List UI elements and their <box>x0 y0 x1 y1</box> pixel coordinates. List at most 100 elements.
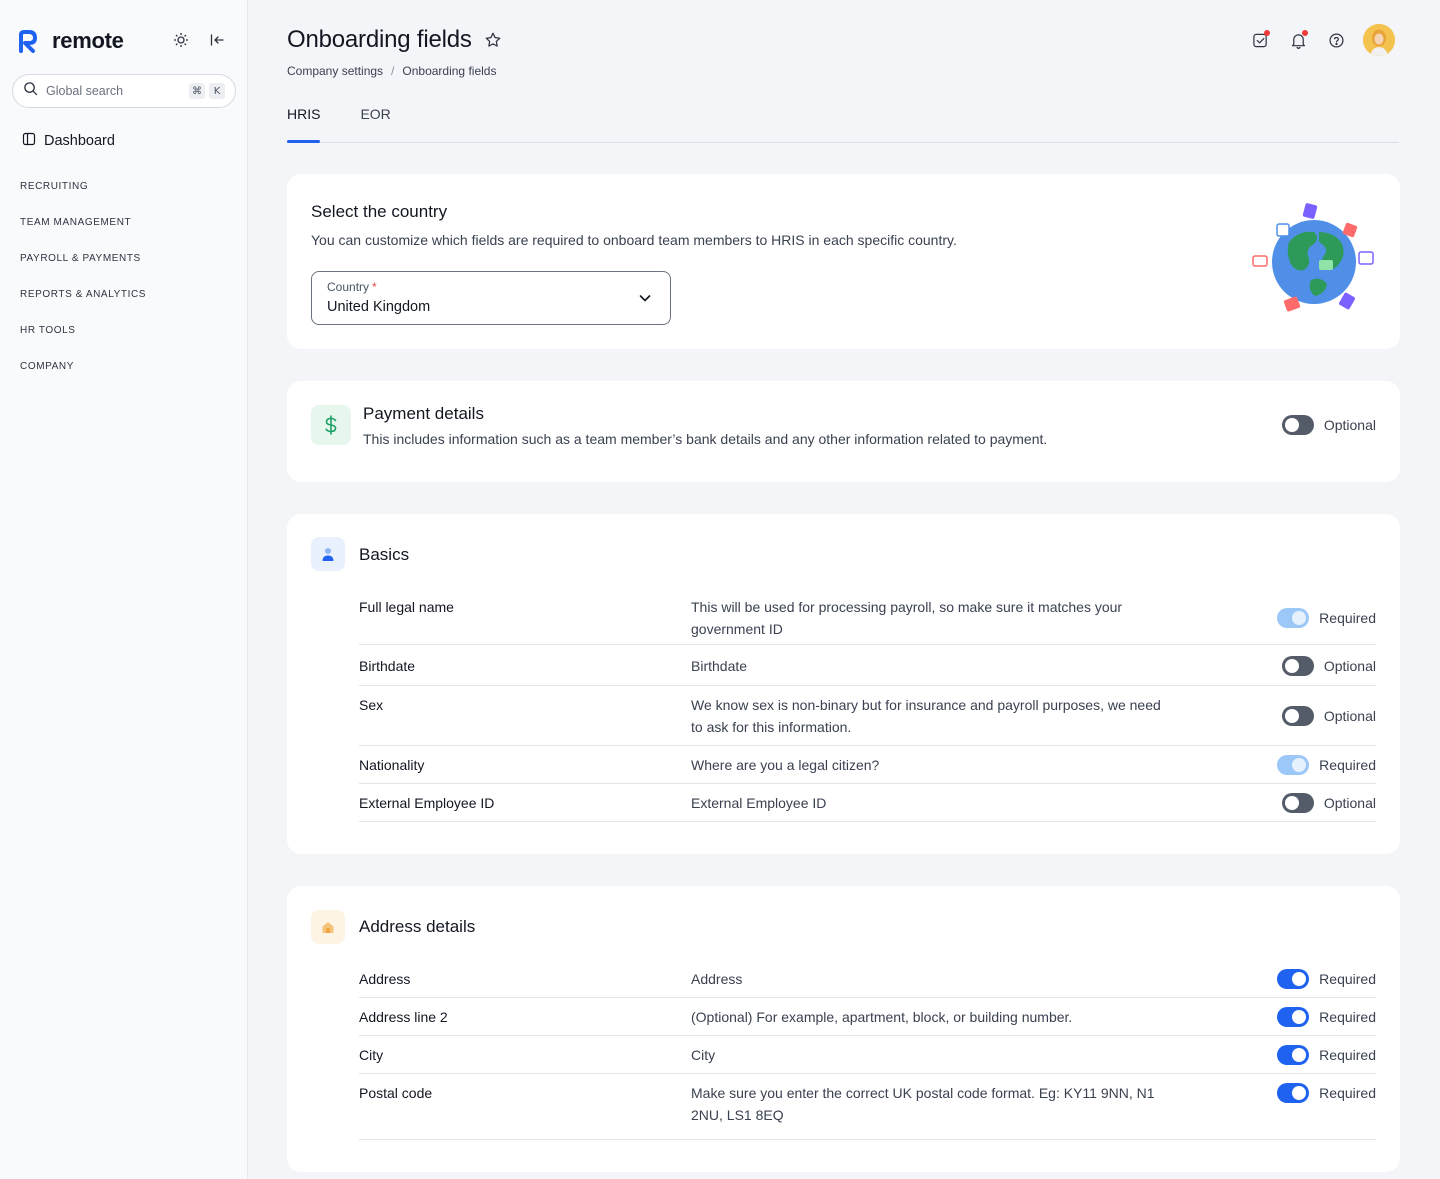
country-card-description: You can customize which fields are requi… <box>311 232 957 248</box>
sidebar-section-team-management[interactable]: TEAM MANAGEMENT <box>20 217 131 228</box>
toggle-switch[interactable] <box>1277 969 1310 989</box>
field-toggle[interactable]: Required <box>1277 608 1376 628</box>
field-row-address-line-2: Address line 2 (Optional) For example, a… <box>359 998 1376 1036</box>
field-description: This will be used for processing payroll… <box>691 599 1123 637</box>
toggle-switch[interactable] <box>1277 608 1310 628</box>
page-title: Onboarding fields <box>287 26 472 53</box>
field-toggle[interactable]: Required <box>1277 755 1376 775</box>
sidebar-section-hr-tools[interactable]: HR TOOLS <box>20 325 76 336</box>
shortcut-key-k: K <box>209 83 225 99</box>
field-description: We know sex is non-binary but for insura… <box>691 697 1161 735</box>
basics-card: Basics Full legal name This will be used… <box>287 514 1400 854</box>
country-card: Select the country You can customize whi… <box>287 174 1400 349</box>
field-row-city: City City Required <box>359 1036 1376 1074</box>
user-avatar[interactable] <box>1363 24 1395 56</box>
field-toggle[interactable]: Optional <box>1281 706 1376 726</box>
shortcut-key-cmd: ⌘ <box>189 83 205 99</box>
payment-details-card: Payment details This includes informatio… <box>287 381 1400 482</box>
field-name: Address <box>359 971 411 987</box>
toggle-label: Required <box>1319 971 1376 987</box>
country-select[interactable]: Country * United Kingdom <box>311 271 671 325</box>
toggle-label: Optional <box>1323 795 1376 811</box>
country-select-label: Country * <box>327 280 377 294</box>
sidebar-item-dashboard[interactable]: Dashboard <box>22 132 115 150</box>
tab-eor[interactable]: EOR <box>360 102 390 142</box>
breadcrumb-current: Onboarding fields <box>402 64 497 78</box>
payment-details-toggle[interactable]: Optional <box>1281 415 1376 435</box>
field-row-address: Address Address Required <box>359 960 1376 998</box>
field-name: Sex <box>359 697 384 713</box>
field-row-sex: Sex We know sex is non-binary but for in… <box>359 686 1376 746</box>
field-description: City <box>691 1047 716 1063</box>
toggle-label: Required <box>1319 1009 1376 1025</box>
toggle-label: Optional <box>1323 658 1376 674</box>
field-description: Make sure you enter the correct UK posta… <box>691 1085 1155 1123</box>
toggle-label: Optional <box>1323 417 1376 433</box>
toggle-switch[interactable] <box>1277 1007 1310 1027</box>
toggle-switch[interactable] <box>1281 656 1314 676</box>
country-select-value: United Kingdom <box>327 299 431 315</box>
field-toggle[interactable]: Optional <box>1281 793 1376 813</box>
globe-illustration-icon <box>1249 202 1379 322</box>
field-description: Where are you a legal citizen? <box>691 757 880 773</box>
field-name: Address line 2 <box>359 1009 448 1025</box>
tasks-icon[interactable] <box>1249 29 1271 51</box>
sun-icon[interactable] <box>170 29 192 51</box>
field-row-birthdate: Birthdate Birthdate Optional <box>359 645 1376 686</box>
sidebar: remote Global search ⌘ K Dashboard RECRU… <box>0 0 248 1179</box>
star-icon[interactable] <box>484 31 502 49</box>
global-search-input[interactable]: Global search ⌘ K <box>12 74 236 108</box>
title-row: Onboarding fields <box>287 26 502 54</box>
breadcrumb-separator: / <box>391 64 395 78</box>
field-description: External Employee ID <box>691 795 827 811</box>
house-icon <box>311 910 345 944</box>
breadcrumb-company-settings[interactable]: Company settings <box>287 64 383 78</box>
toggle-switch[interactable] <box>1281 415 1314 435</box>
brand-name: remote <box>52 28 124 53</box>
field-toggle[interactable]: Required <box>1277 1045 1376 1065</box>
field-toggle[interactable]: Optional <box>1281 656 1376 676</box>
sidebar-section-recruiting[interactable]: RECRUITING <box>20 181 88 192</box>
basics-title: Basics <box>359 545 410 564</box>
toggle-switch[interactable] <box>1277 755 1310 775</box>
search-placeholder: Global search <box>46 84 124 98</box>
sidebar-panel-icon <box>22 132 36 150</box>
tab-hris[interactable]: HRIS <box>287 102 321 143</box>
field-name: City <box>359 1047 384 1063</box>
field-row-full-legal-name: Full legal name This will be used for pr… <box>359 598 1376 645</box>
field-toggle[interactable]: Required <box>1277 1083 1376 1103</box>
toggle-label: Required <box>1319 1047 1376 1063</box>
field-row-external-employee-id: External Employee ID External Employee I… <box>359 784 1376 822</box>
top-actions <box>1249 24 1395 56</box>
user-icon <box>311 537 345 571</box>
bell-icon[interactable] <box>1287 29 1309 51</box>
toggle-switch[interactable] <box>1277 1083 1310 1103</box>
toggle-switch[interactable] <box>1277 1045 1310 1065</box>
country-card-title: Select the country <box>311 202 448 221</box>
breadcrumb: Company settings / Onboarding fields <box>287 64 496 78</box>
field-name: Full legal name <box>359 599 454 615</box>
brand-row: remote <box>14 26 234 56</box>
search-icon <box>23 81 38 101</box>
toggle-label: Required <box>1319 1085 1376 1101</box>
toggle-switch[interactable] <box>1281 706 1314 726</box>
address-details-title: Address details <box>359 917 476 936</box>
field-row-postal-code: Postal code Make sure you enter the corr… <box>359 1074 1376 1140</box>
required-mark: * <box>372 280 377 294</box>
toggle-label: Required <box>1319 757 1376 773</box>
field-description: Birthdate <box>691 658 748 674</box>
sidebar-section-payroll-payments[interactable]: PAYROLL & PAYMENTS <box>20 253 141 264</box>
field-name: Nationality <box>359 757 425 773</box>
field-toggle[interactable]: Required <box>1277 1007 1376 1027</box>
sidebar-section-reports-analytics[interactable]: REPORTS & ANALYTICS <box>20 289 146 300</box>
collapse-sidebar-icon[interactable] <box>206 29 228 51</box>
field-description: (Optional) For example, apartment, block… <box>691 1009 1073 1025</box>
field-name: External Employee ID <box>359 795 495 811</box>
field-toggle[interactable]: Required <box>1277 969 1376 989</box>
remote-logo-icon[interactable] <box>14 27 42 55</box>
sidebar-item-label: Dashboard <box>44 133 115 149</box>
help-icon[interactable] <box>1325 29 1347 51</box>
sidebar-section-company[interactable]: COMPANY <box>20 361 74 372</box>
payment-details-title: Payment details <box>363 404 484 423</box>
toggle-switch[interactable] <box>1281 793 1314 813</box>
